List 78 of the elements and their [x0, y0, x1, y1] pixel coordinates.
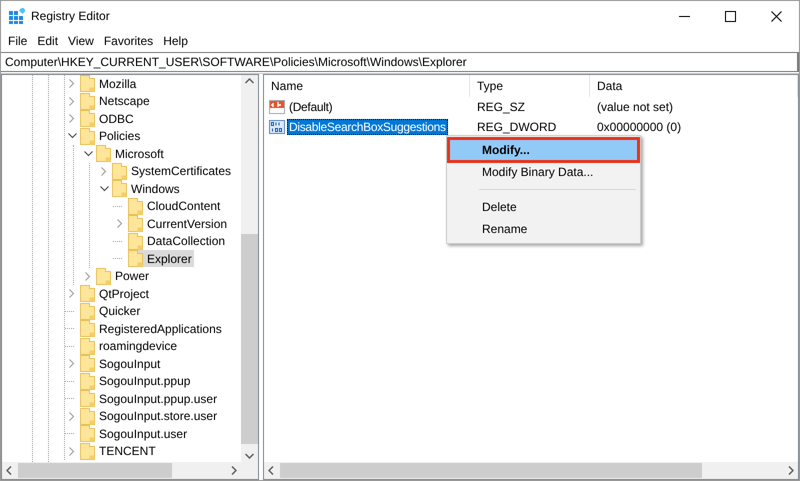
menu-item[interactable]: Favorites [98, 34, 158, 48]
scroll-left-icon[interactable] [6, 466, 12, 475]
folder-icon [96, 268, 111, 285]
tree-item[interactable]: roamingdevice [80, 338, 180, 355]
value-type: REG_DWORD [476, 120, 558, 134]
value-type: REG_SZ [476, 100, 526, 114]
menu-item[interactable]: File [3, 34, 32, 48]
column-header[interactable]: Name [264, 75, 470, 97]
scroll-right-icon[interactable] [788, 466, 794, 475]
registry-editor-icon [9, 8, 25, 24]
tree-item[interactable]: SogouInput [80, 355, 162, 372]
close-icon [770, 10, 782, 22]
tree-item[interactable]: CurrentVersion [128, 215, 230, 232]
menu-item[interactable]: Modify Binary Data... [449, 161, 638, 183]
folder-icon [80, 408, 95, 425]
folder-icon [112, 180, 127, 198]
tree-item[interactable]: Quicker [80, 302, 142, 320]
folder-icon [128, 232, 143, 250]
menu-item[interactable]: Help [158, 34, 193, 48]
folder-icon [80, 302, 95, 320]
menu-item[interactable]: Modify... [449, 139, 638, 161]
horizontal-scrollbar[interactable] [264, 462, 798, 479]
folder-icon [128, 215, 143, 232]
vertical-scrollbar[interactable] [241, 75, 258, 462]
tree-item[interactable]: Explorer [128, 250, 194, 268]
folder-icon [80, 285, 95, 302]
horizontal-scrollbar[interactable] [2, 462, 241, 479]
tree-item[interactable]: Microsoft [96, 145, 166, 162]
tree-item[interactable]: Policies [80, 128, 142, 145]
tree-item[interactable]: Netscape [80, 92, 152, 110]
menu-item[interactable]: Rename [449, 218, 638, 240]
folder-icon [112, 162, 127, 180]
column-header[interactable]: Data [590, 75, 798, 97]
tree-item[interactable]: SogouInput.user [80, 425, 190, 442]
binary-value-icon [269, 119, 285, 135]
tree-item[interactable]: ODBC [80, 110, 136, 128]
folder-icon [128, 198, 143, 215]
value-name[interactable]: DisableSearchBoxSuggestions [287, 119, 448, 135]
tree-item[interactable]: Windows [112, 180, 182, 198]
folder-icon [80, 75, 95, 92]
tree-item[interactable]: SogouInput.ppup [80, 372, 192, 390]
window-title: Registry Editor [31, 9, 111, 23]
tree-item[interactable]: SystemCertificates [112, 162, 234, 180]
tree-item[interactable]: Mozilla [80, 75, 138, 92]
folder-icon [80, 128, 95, 145]
column-header[interactable]: Type [470, 75, 590, 97]
address-field[interactable]: Computer\HKEY_CURRENT_USER\SOFTWARE\Policies\Microsoft\Windows\Explorer [1, 52, 799, 72]
folder-icon [80, 372, 95, 390]
tree-item[interactable]: RegisteredApplications [80, 320, 224, 338]
value-name[interactable]: (Default) [287, 99, 334, 115]
tree-item[interactable]: TENCENT [80, 442, 158, 460]
value-data: 0x00000000 (0) [596, 120, 682, 134]
tree-item[interactable]: QtProject [80, 285, 152, 302]
folder-icon [80, 355, 95, 372]
folder-icon [80, 425, 95, 442]
maximize-icon [724, 10, 736, 22]
menu-item[interactable]: Delete [449, 196, 638, 218]
folder-icon [128, 250, 143, 268]
tree-item[interactable]: SogouInput.ppup.user [80, 390, 220, 408]
value-data: (value not set) [596, 100, 674, 114]
scroll-right-icon[interactable] [231, 466, 237, 475]
folder-icon [80, 390, 95, 408]
folder-icon [96, 145, 111, 162]
folder-icon [80, 442, 95, 460]
menu-item[interactable]: View [63, 34, 99, 48]
folder-icon [80, 92, 95, 110]
tree-item[interactable]: CloudContent [128, 198, 222, 215]
scroll-down-icon[interactable] [245, 453, 254, 459]
scroll-left-icon[interactable] [268, 466, 274, 475]
tree-item[interactable]: DataCollection [128, 232, 228, 250]
folder-icon [80, 320, 95, 338]
tree-item[interactable]: SogouInput.store.user [80, 408, 220, 425]
tree-item[interactable]: Power [96, 268, 152, 285]
scroll-up-icon[interactable] [245, 78, 254, 84]
folder-icon [80, 338, 95, 355]
string-value-icon [269, 99, 285, 115]
folder-icon [80, 110, 95, 128]
menu-item[interactable]: Edit [32, 34, 64, 48]
